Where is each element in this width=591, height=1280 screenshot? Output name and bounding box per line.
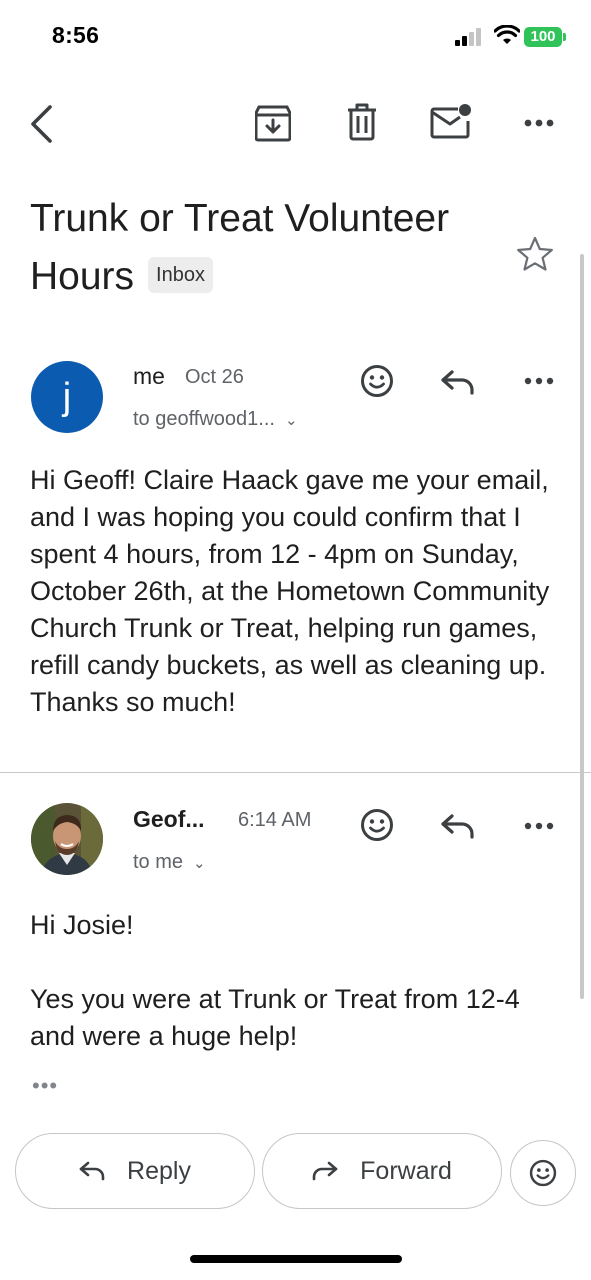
chevron-down-icon: ⌄	[284, 412, 298, 429]
recipient-text: to me	[133, 851, 184, 873]
reply-button[interactable]: Reply	[15, 1133, 255, 1209]
signal-icon	[455, 28, 481, 46]
forward-button[interactable]: Forward	[262, 1133, 502, 1209]
recipient-text: to geoffwood1...	[133, 408, 275, 430]
star-icon[interactable]	[516, 236, 554, 272]
subject-title: Trunk or Treat Volunteer Hours	[30, 197, 450, 298]
battery-tip	[563, 33, 566, 41]
chevron-down-icon: ⌄	[193, 855, 206, 872]
message-more-icon[interactable]	[524, 376, 554, 386]
inbox-label[interactable]: Inbox	[148, 256, 213, 293]
add-reaction-icon[interactable]	[360, 364, 394, 398]
recipient-details[interactable]: to geoffwood1... ⌄	[133, 408, 298, 431]
trash-icon[interactable]	[347, 103, 377, 141]
message-body: Hi Geoff! Claire Haack gave me your emai…	[30, 465, 550, 717]
reply-icon	[79, 1161, 105, 1181]
message-greeting: Hi Josie!	[30, 910, 134, 940]
more-icon[interactable]	[524, 118, 554, 128]
add-reaction-icon[interactable]	[360, 808, 394, 842]
mark-unread-icon[interactable]	[430, 103, 472, 139]
scrollbar[interactable]	[580, 254, 584, 999]
avatar[interactable]	[31, 803, 103, 875]
home-indicator[interactable]	[190, 1255, 402, 1263]
archive-icon[interactable]	[255, 104, 291, 142]
reply-label: Reply	[127, 1156, 191, 1185]
avatar[interactable]: j	[31, 361, 103, 433]
back-arrow-icon[interactable]	[28, 104, 54, 144]
reply-icon[interactable]	[440, 368, 476, 396]
forward-label: Forward	[360, 1156, 452, 1185]
reply-icon[interactable]	[440, 812, 476, 840]
emoji-reaction-button[interactable]	[510, 1140, 576, 1206]
message-body: Yes you were at Trunk or Treat from 12-4…	[30, 984, 520, 1051]
show-trimmed-content-button[interactable]: •••	[32, 1075, 58, 1097]
battery-icon: 100	[524, 27, 562, 47]
message-divider	[0, 772, 591, 773]
forward-icon	[312, 1161, 338, 1181]
message-more-icon[interactable]	[524, 821, 554, 831]
email-subject: Trunk or Treat Volunteer Hours Inbox	[30, 190, 500, 306]
status-time: 8:56	[52, 22, 100, 48]
message-date: Oct 26	[185, 366, 244, 388]
message-date: 6:14 AM	[238, 809, 312, 831]
wifi-icon	[494, 25, 520, 44]
emoji-icon	[529, 1159, 557, 1187]
recipient-details[interactable]: to me ⌄	[133, 851, 206, 874]
sender-name[interactable]: Geof...	[133, 806, 205, 833]
sender-name[interactable]: me	[133, 363, 165, 390]
